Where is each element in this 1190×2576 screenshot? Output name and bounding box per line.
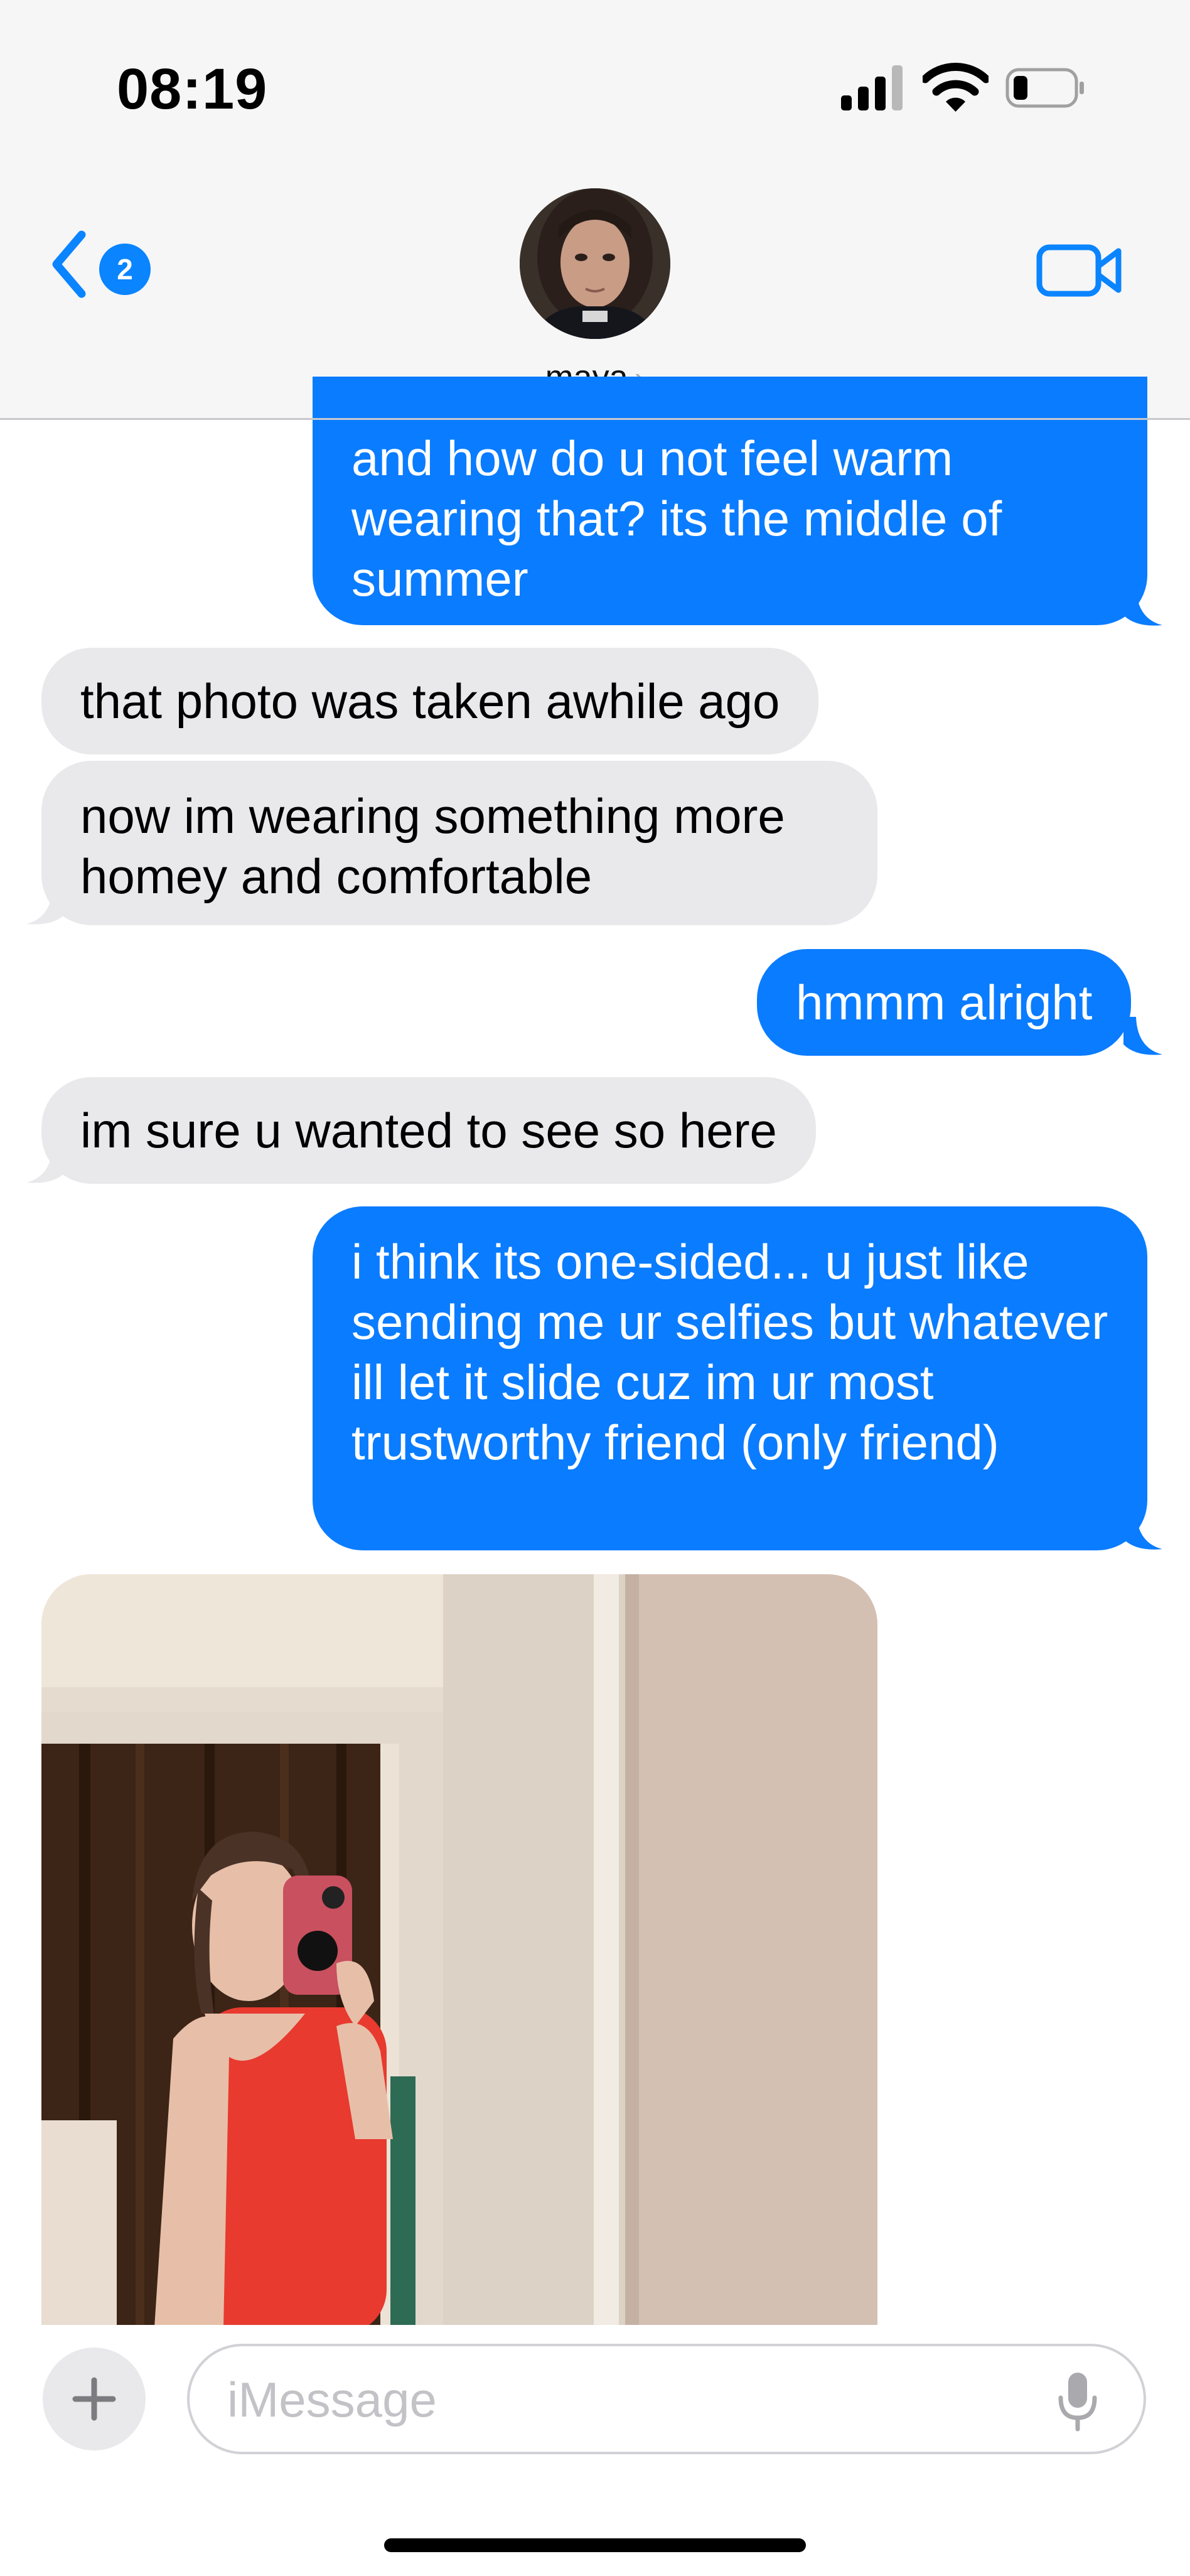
- back-button[interactable]: 2: [44, 226, 157, 301]
- wifi-icon: [923, 62, 989, 112]
- sent-message-bubble[interactable]: and how do u not feel warm wearing that?…: [313, 377, 1147, 625]
- message-text: now im wearing something more homey and …: [80, 788, 785, 904]
- bubble-tail: [1123, 1017, 1162, 1055]
- plus-button[interactable]: [43, 2348, 146, 2450]
- received-message-bubble[interactable]: that photo was taken awhile ago: [41, 648, 819, 754]
- plus-icon: [72, 2377, 116, 2421]
- message-text: that photo was taken awhile ago: [80, 674, 780, 729]
- microphone-icon[interactable]: [1056, 2370, 1100, 2433]
- received-message-bubble[interactable]: im sure u wanted to see so here: [41, 1077, 816, 1184]
- message-text: hmmm alright: [796, 975, 1093, 1030]
- message-input[interactable]: iMessage: [187, 2344, 1146, 2454]
- unread-badge: 2: [99, 244, 151, 295]
- home-indicator: [384, 2538, 806, 2552]
- photo-attachment[interactable]: [41, 1574, 877, 2327]
- signal-icon: [841, 65, 904, 110]
- received-message-bubble[interactable]: now im wearing something more homey and …: [41, 761, 877, 925]
- bubble-tail: [26, 886, 65, 925]
- contact-avatar[interactable]: [520, 188, 670, 339]
- back-chevron-icon: [52, 230, 86, 298]
- message-text: im sure u wanted to see so here: [80, 1103, 777, 1158]
- video-camera-icon[interactable]: [1036, 239, 1123, 301]
- status-bar: 08:19: [0, 0, 1190, 176]
- bubble-tail: [26, 1145, 65, 1183]
- bubble-tail: [1123, 1511, 1162, 1550]
- bubble-tail: [1123, 588, 1162, 626]
- header-divider: [0, 418, 1190, 420]
- sent-message-bubble[interactable]: hmmm alright: [757, 949, 1132, 1056]
- status-time: 08:19: [117, 57, 268, 121]
- message-text: i think its one-sided... u just like sen…: [351, 1234, 1108, 1470]
- message-text: and how do u not feel warm wearing that?…: [351, 431, 1002, 606]
- battery-icon: [1005, 68, 1084, 108]
- sent-message-bubble[interactable]: i think its one-sided... u just like sen…: [313, 1206, 1147, 1550]
- compose-bar: iMessage: [0, 2325, 1190, 2576]
- message-input-placeholder: iMessage: [227, 2372, 437, 2427]
- avatar-image: [520, 188, 670, 339]
- mirror-selfie-image: [41, 1574, 877, 2327]
